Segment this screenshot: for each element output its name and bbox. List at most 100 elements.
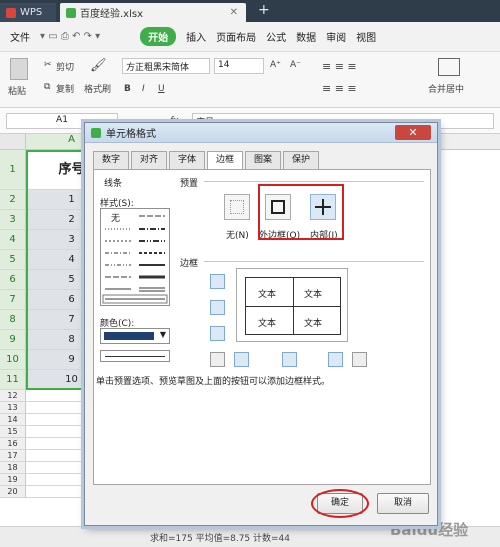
- wps-label: WPS: [20, 7, 43, 18]
- align-icons[interactable]: ≡ ≡ ≡: [322, 60, 357, 73]
- border-right-button[interactable]: [328, 352, 343, 367]
- row-header[interactable]: 3: [0, 210, 26, 230]
- copy-icon: ⧉: [44, 82, 51, 92]
- border-diag-up-button[interactable]: [210, 352, 225, 367]
- tab-border[interactable]: 边框: [207, 151, 243, 170]
- close-tab-icon[interactable]: ✕: [230, 7, 238, 18]
- quick-access-icons[interactable]: ▾ ▭ ⎙ ↶ ↷ ▾: [40, 31, 100, 42]
- menu-data[interactable]: 数据: [296, 29, 316, 44]
- tab-pattern[interactable]: 图案: [245, 151, 281, 169]
- presets-highlight: [258, 184, 344, 240]
- line-style-list[interactable]: 无: [100, 208, 170, 306]
- menu-page-layout[interactable]: 页面布局: [216, 29, 256, 44]
- tab-alignment[interactable]: 对齐: [131, 151, 167, 169]
- font-name-select[interactable]: 方正粗黑宋简体: [122, 58, 210, 74]
- tab-font[interactable]: 字体: [169, 151, 205, 169]
- tab-file[interactable]: 百度经验.xlsx ✕: [60, 3, 246, 22]
- status-summary: 求和=175 平均值=8.75 计数=44: [150, 534, 291, 544]
- menu-formula[interactable]: 公式: [266, 29, 286, 44]
- menu-insert[interactable]: 插入: [186, 29, 206, 44]
- line-section-label: 线条: [104, 179, 123, 189]
- preview-text-3: 文本: [258, 319, 277, 329]
- preset-section-label: 预置: [180, 179, 199, 189]
- chevron-down-icon[interactable]: ▼: [160, 330, 166, 339]
- border-preview[interactable]: 文本 文本 文本 文本: [236, 268, 348, 342]
- italic-button[interactable]: I: [142, 84, 145, 94]
- row-header[interactable]: 8: [0, 310, 26, 330]
- merge-center-button[interactable]: 合并居中: [428, 82, 464, 95]
- menu-view[interactable]: 视图: [356, 29, 376, 44]
- row-header[interactable]: 1: [0, 150, 26, 190]
- border-section-label: 边框: [180, 259, 199, 269]
- tab-number[interactable]: 数字: [93, 151, 129, 169]
- row-header[interactable]: 10: [0, 350, 26, 370]
- row-header[interactable]: 9: [0, 330, 26, 350]
- menu-file[interactable]: 文件: [10, 29, 30, 44]
- row-header[interactable]: 11: [0, 370, 26, 390]
- dialog-title-bar: 单元格格式: [85, 123, 437, 143]
- preset-none-button[interactable]: [224, 194, 250, 220]
- hint-text: 单击预置选项、预览草图及上面的按钮可以添加边框样式。: [96, 377, 331, 387]
- border-divider: [204, 261, 424, 262]
- row-header[interactable]: 13: [0, 402, 26, 414]
- sheet-file-icon: [66, 7, 76, 18]
- wps-logo-icon: [6, 7, 16, 18]
- preset-none-label[interactable]: 无(N): [226, 228, 249, 241]
- menu-review[interactable]: 审阅: [326, 29, 346, 44]
- row-header[interactable]: 20: [0, 486, 26, 498]
- tab-wps[interactable]: WPS: [0, 3, 56, 22]
- border-middle-v-button[interactable]: [282, 352, 297, 367]
- color-picker[interactable]: ▼: [100, 328, 170, 344]
- row-header[interactable]: 14: [0, 414, 26, 426]
- row-header[interactable]: 16: [0, 438, 26, 450]
- preview-text-1: 文本: [258, 290, 277, 300]
- tab-protection[interactable]: 保护: [283, 151, 319, 169]
- ribbon: 粘贴 ✂ 剪切 ⧉ 复制 🖌 格式刷 方正粗黑宋简体 14 A⁺ A⁻ B I …: [0, 52, 500, 108]
- row-header[interactable]: 6: [0, 270, 26, 290]
- ok-highlight-ellipse: [311, 489, 369, 518]
- scissors-icon: ✂: [44, 60, 52, 70]
- font-size-select[interactable]: 14: [214, 58, 264, 74]
- dialog-app-icon: [91, 127, 101, 138]
- border-top-button[interactable]: [210, 274, 225, 289]
- menu-start[interactable]: 开始: [140, 27, 177, 46]
- border-left-button[interactable]: [234, 352, 249, 367]
- copy-button[interactable]: 复制: [56, 82, 74, 95]
- row-header[interactable]: 12: [0, 390, 26, 402]
- underline-button[interactable]: U: [158, 84, 165, 94]
- paste-button[interactable]: 粘贴: [8, 84, 26, 97]
- row-header[interactable]: 17: [0, 450, 26, 462]
- bold-button[interactable]: B: [124, 84, 131, 94]
- color-swatch: [104, 332, 154, 340]
- preview-text-4: 文本: [304, 319, 323, 329]
- row-header[interactable]: 18: [0, 462, 26, 474]
- cancel-button[interactable]: 取消: [377, 493, 429, 514]
- format-painter-icon: 🖌: [90, 58, 107, 73]
- border-bottom-button[interactable]: [210, 326, 225, 341]
- row-header[interactable]: 19: [0, 474, 26, 486]
- corner-select-all[interactable]: [0, 134, 26, 150]
- dialog-title: 单元格格式: [106, 129, 156, 140]
- new-tab-icon[interactable]: +: [258, 2, 270, 18]
- row-header[interactable]: 2: [0, 190, 26, 210]
- merge-icon[interactable]: [438, 58, 460, 76]
- format-painter-button[interactable]: 格式刷: [84, 82, 111, 95]
- preview-grid: 文本 文本 文本 文本: [245, 277, 341, 335]
- border-middle-h-button[interactable]: [210, 300, 225, 315]
- border-diag-down-button[interactable]: [352, 352, 367, 367]
- status-bar: 求和=175 平均值=8.75 计数=44 Baidu经验: [0, 521, 500, 547]
- dialog-close-button[interactable]: ✕: [395, 125, 431, 140]
- line-preview-box: [100, 350, 170, 362]
- row-header[interactable]: 7: [0, 290, 26, 310]
- border-tab-panel: 线条 样式(S): 无 颜色(C): ▼ 预置 无(N) 外边框(O) 内部(I…: [93, 169, 431, 485]
- row-header[interactable]: 5: [0, 250, 26, 270]
- file-tab-label: 百度经验.xlsx: [80, 9, 144, 20]
- line-style-swatches[interactable]: [101, 209, 169, 305]
- cut-button[interactable]: 剪切: [56, 60, 74, 73]
- row-header[interactable]: 15: [0, 426, 26, 438]
- shrink-font-button[interactable]: A⁻: [290, 60, 301, 70]
- grow-font-button[interactable]: A⁺: [270, 60, 281, 70]
- paste-icon[interactable]: [10, 58, 28, 80]
- row-header[interactable]: 4: [0, 230, 26, 250]
- align-icons-2[interactable]: ≡ ≡ ≡: [322, 82, 357, 95]
